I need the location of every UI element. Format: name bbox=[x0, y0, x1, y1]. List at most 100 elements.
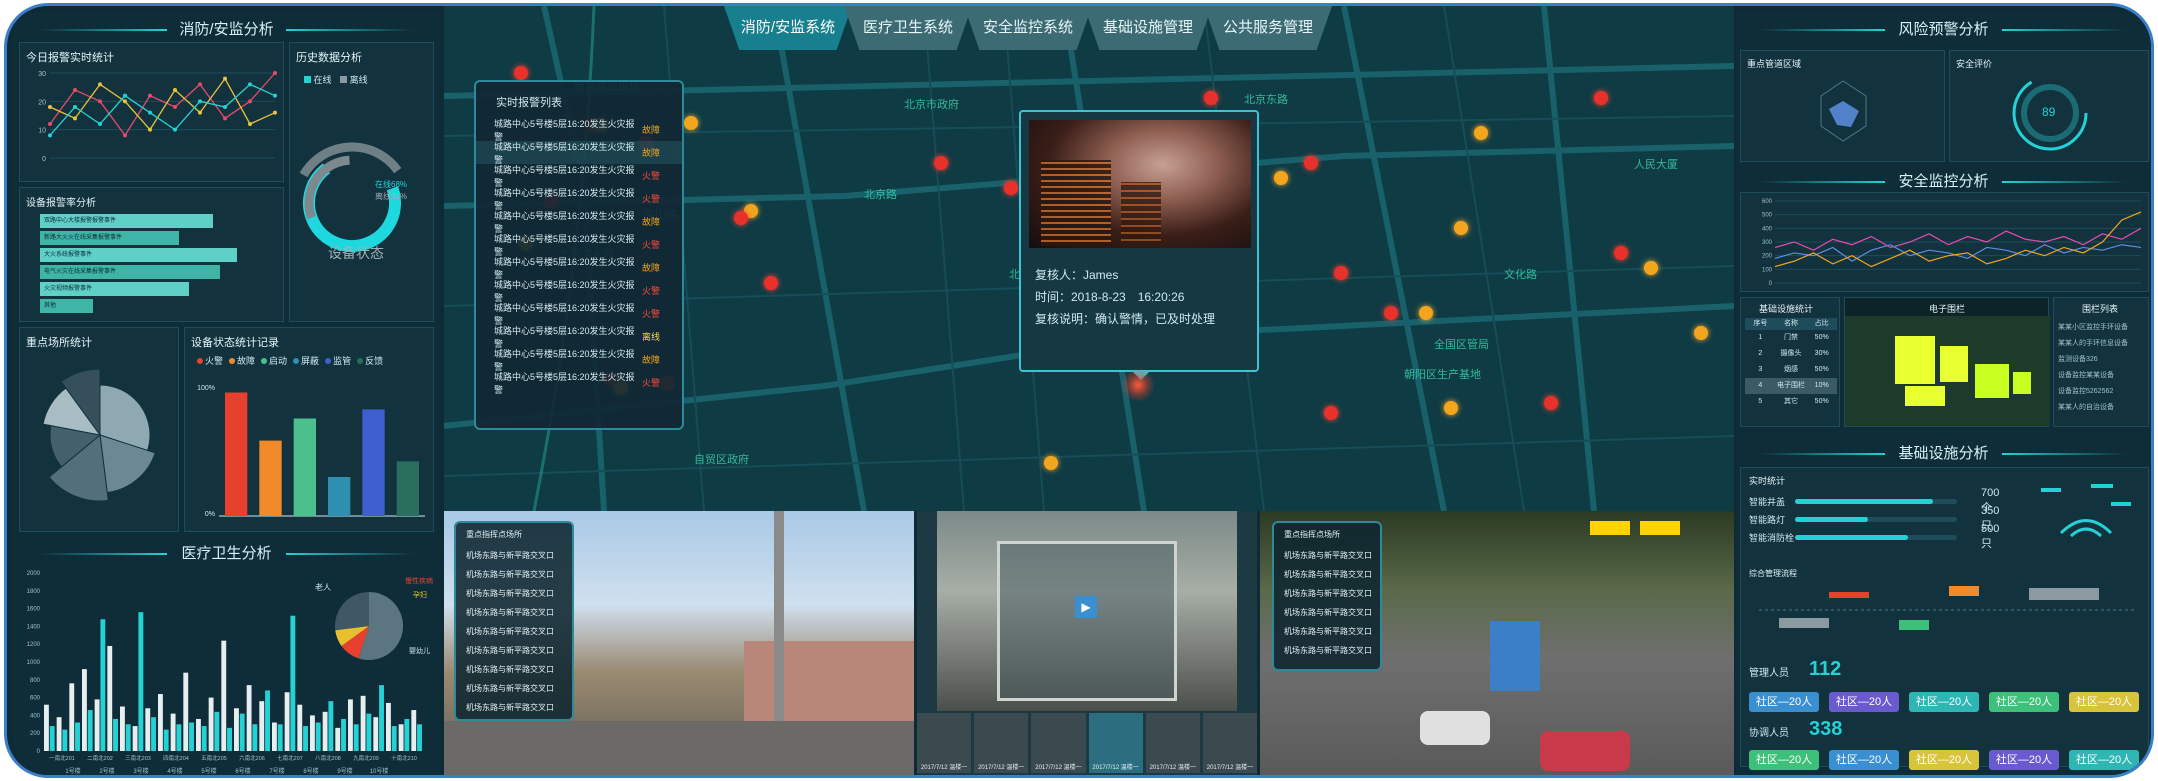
map-marker[interactable] bbox=[1444, 401, 1458, 415]
map-marker[interactable] bbox=[1544, 396, 1558, 410]
video-thumbnail[interactable]: 2017/7/12 温楼一 bbox=[1088, 713, 1143, 773]
alarm-row[interactable]: 城路中心5号楼5层16:20发生火灾报警 火警 bbox=[476, 302, 682, 326]
staff-button[interactable]: 社区—20人 bbox=[1909, 750, 1979, 770]
camera-list-item[interactable]: 机场东路与新平路交叉口 bbox=[456, 584, 572, 603]
alarm-rate-bar[interactable]: 大火系统报警事件 bbox=[40, 248, 237, 262]
tab-2[interactable]: 安全监控系统 bbox=[964, 6, 1092, 50]
map-marker[interactable] bbox=[1324, 406, 1338, 420]
alarm-row[interactable]: 城路中心5号楼5层16:20发生火灾报警 故障 bbox=[476, 348, 682, 372]
map-marker[interactable] bbox=[514, 66, 528, 80]
alarm-rate-bar[interactable]: 电气火灾在线采集报警事件 bbox=[40, 265, 220, 279]
map-marker[interactable] bbox=[1644, 261, 1658, 275]
tab-1[interactable]: 医疗卫生系统 bbox=[844, 6, 972, 50]
video-thumbnail[interactable]: 2017/7/12 温楼一 bbox=[1031, 713, 1086, 773]
play-icon[interactable]: ▶ bbox=[1075, 596, 1097, 618]
alarm-row[interactable]: 城路中心5号楼5层16:20发生火灾报警 火警 bbox=[476, 371, 682, 395]
camera-street[interactable]: 重点指挥点场所 机场东路与新平路交叉口 机场东路与新平路交叉口 机场东路与新平路交叉… bbox=[444, 511, 914, 775]
alarm-row[interactable]: 城路中心5号楼5层16:20发生火灾报警 火警 bbox=[476, 233, 682, 257]
fence-list-item[interactable]: 设备监控5262562 bbox=[2058, 384, 2148, 400]
status-bar bbox=[259, 440, 282, 516]
alarm-row[interactable]: 城路中心5号楼5层16:20发生火灾报警 火警 bbox=[476, 279, 682, 303]
map-marker[interactable] bbox=[1419, 306, 1433, 320]
map-label: 北京路 bbox=[864, 189, 897, 201]
infra-table-cell: 50% bbox=[1814, 334, 1829, 341]
camera-list-item[interactable]: 机场东路与新平路交叉口 bbox=[456, 546, 572, 565]
fence-list-item[interactable]: 某某人的手环信息设备 bbox=[2058, 336, 2148, 352]
city-map[interactable]: 南京路正纵场北京市政府中山路北京工业园北京工厂北京东路朝阳区生产基地全国区管局自… bbox=[444, 6, 1734, 511]
map-marker[interactable] bbox=[1004, 181, 1018, 195]
staff-button[interactable]: 社区—20人 bbox=[1829, 750, 1899, 770]
fence-list-item[interactable]: 某某人的自治设备 bbox=[2058, 400, 2148, 416]
staff-button[interactable]: 社区—20人 bbox=[1829, 692, 1899, 712]
map-marker[interactable] bbox=[1334, 266, 1348, 280]
camera-list-item[interactable]: 机场东路与新平路交叉口 bbox=[456, 641, 572, 660]
map-marker[interactable] bbox=[684, 116, 698, 130]
alarm-rate-bar[interactable]: 新路大火火在线采集报警事件 bbox=[40, 231, 180, 245]
map-marker[interactable] bbox=[1204, 91, 1218, 105]
video-thumbnail[interactable]: 2017/7/12 温楼一 bbox=[974, 713, 1029, 773]
camera-list-item[interactable]: 机场东路与新平路交叉口 bbox=[456, 660, 572, 679]
map-marker[interactable] bbox=[1044, 456, 1058, 470]
y-tick-label: 300 bbox=[1762, 240, 1773, 246]
staff-button[interactable]: 社区—20人 bbox=[1749, 692, 1819, 712]
staff-button[interactable]: 社区—20人 bbox=[2069, 750, 2139, 770]
map-marker[interactable] bbox=[1304, 156, 1318, 170]
fence-list-item[interactable]: 某某小区监控手环设备 bbox=[2058, 320, 2148, 336]
alarm-row[interactable]: 城路中心5号楼5层16:20发生火灾报警 故障 bbox=[476, 210, 682, 234]
camera-list-item[interactable]: 机场东路与新平路交叉口 bbox=[1274, 641, 1380, 660]
staff-button[interactable]: 社区—20人 bbox=[2069, 692, 2139, 712]
camera-list-item[interactable]: 机场东路与新平路交叉口 bbox=[1274, 603, 1380, 622]
tab-3[interactable]: 基础设施管理 bbox=[1084, 6, 1212, 50]
video-thumbnail-label: 2017/7/12 温楼一 bbox=[920, 765, 968, 771]
fence-list-item[interactable]: 监测设备326 bbox=[2058, 352, 2148, 368]
camera-list-item[interactable]: 机场东路与新平路交叉口 bbox=[1274, 584, 1380, 603]
video-thumbnail[interactable]: 2017/7/12 温楼一 bbox=[1145, 713, 1200, 773]
alarm-row[interactable]: 城路中心5号楼5层16:20发生火灾报警 火警 bbox=[476, 164, 682, 188]
staff-button[interactable]: 社区—20人 bbox=[1909, 692, 1979, 712]
fence-list-item[interactable]: 设备监控某某设备 bbox=[2058, 368, 2148, 384]
alarm-rate-bar[interactable]: 其他 bbox=[40, 299, 93, 313]
staff-button[interactable]: 社区—20人 bbox=[1989, 750, 2059, 770]
camera-list-item[interactable]: 机场东路与新平路交叉口 bbox=[456, 622, 572, 641]
camera-list-item[interactable]: 机场东路与新平路交叉口 bbox=[456, 565, 572, 584]
staff-button[interactable]: 社区—20人 bbox=[1749, 750, 1819, 770]
series-point bbox=[123, 133, 127, 138]
alarm-rate-bar[interactable]: 双路中心大楼报警报警事件 bbox=[40, 214, 213, 228]
camera-list-item[interactable]: 机场东路与新平路交叉口 bbox=[1274, 546, 1380, 565]
alarm-row[interactable]: 城路中心5号楼5层16:20发生火灾报警 火警 bbox=[476, 187, 682, 211]
medical-bar bbox=[87, 710, 93, 751]
camera-indoor[interactable]: ▶ 2017/7/12 温楼一 2017/7/12 温楼一 2017/7/12 温楼… bbox=[917, 511, 1257, 775]
camera-list-item[interactable]: 机场东路与新平路交叉口 bbox=[456, 679, 572, 698]
camera-traffic[interactable]: 重点指挥点场所 机场东路与新平路交叉口 机场东路与新平路交叉口 机场东路与新平路交叉… bbox=[1260, 511, 1734, 775]
alarm-row[interactable]: 城路中心5号楼5层16:20发生火灾报警 故障 bbox=[476, 256, 682, 280]
alarm-row[interactable]: 城路中心5号楼5层16:20发生火灾报警 故障 bbox=[476, 141, 682, 165]
tab-0[interactable]: 消防/安监系统 bbox=[724, 6, 852, 50]
x-tick-label: 一南北201 bbox=[49, 754, 75, 762]
alarm-row[interactable]: 城路中心5号楼5层16:20发生火灾报警 离线 bbox=[476, 325, 682, 349]
map-marker[interactable] bbox=[1274, 171, 1288, 185]
map-marker[interactable] bbox=[1614, 246, 1628, 260]
realtime-value: 500只 bbox=[1980, 523, 2000, 550]
camera-list-item[interactable]: 机场东路与新平路交叉口 bbox=[456, 603, 572, 622]
video-thumbnail[interactable]: 2017/7/12 温楼一 bbox=[1202, 713, 1257, 773]
staff-button[interactable]: 社区—20人 bbox=[1989, 692, 2059, 712]
map-marker[interactable] bbox=[1474, 126, 1488, 140]
alarm-rate-bar[interactable]: 火灾视频报警事件 bbox=[40, 282, 189, 296]
medical-bar bbox=[69, 683, 75, 751]
legend-label: 反馈 bbox=[365, 356, 384, 366]
y-tick-label: 0 bbox=[42, 156, 46, 163]
camera-list-item[interactable]: 机场东路与新平路交叉口 bbox=[1274, 565, 1380, 584]
map-marker[interactable] bbox=[734, 211, 748, 225]
medical-bar bbox=[252, 724, 258, 751]
map-marker[interactable] bbox=[1694, 326, 1708, 340]
map-marker[interactable] bbox=[764, 276, 778, 290]
map-marker[interactable] bbox=[1454, 221, 1468, 235]
map-marker[interactable] bbox=[1594, 91, 1608, 105]
camera-list-item[interactable]: 机场东路与新平路交叉口 bbox=[456, 698, 572, 717]
map-marker[interactable] bbox=[1384, 306, 1398, 320]
tab-4[interactable]: 公共服务管理 bbox=[1204, 6, 1332, 50]
video-thumbnail[interactable]: 2017/7/12 温楼一 bbox=[917, 713, 972, 773]
camera-list-item[interactable]: 机场东路与新平路交叉口 bbox=[1274, 622, 1380, 641]
alarm-row[interactable]: 城路中心5号楼5层16:20发生火灾报警 故障 bbox=[476, 118, 682, 142]
map-marker[interactable] bbox=[934, 156, 948, 170]
